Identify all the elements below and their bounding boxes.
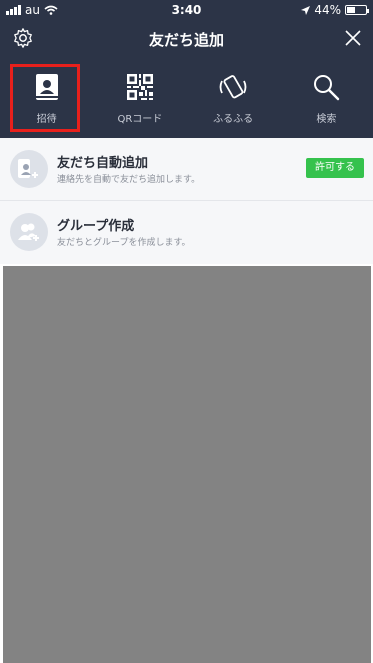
- list-item-title: 友だち自動追加: [57, 156, 149, 171]
- tab-search-label: 検索: [316, 114, 337, 125]
- close-icon[interactable]: [343, 28, 363, 48]
- page-title: 友だち追加: [148, 31, 224, 49]
- list-item-title: グループ作成: [57, 219, 135, 234]
- content-placeholder: [3, 266, 371, 663]
- tab-search[interactable]: 検索: [280, 58, 373, 138]
- tab-qr-code[interactable]: QRコード: [93, 58, 186, 138]
- list-item-create-group[interactable]: グループ作成 友だちとグループを作成します。: [0, 201, 373, 263]
- location-arrow-icon: [301, 5, 311, 15]
- list-item-subtitle: 友だちとグループを作成します。: [57, 238, 191, 248]
- nav-bar: 友だち追加: [0, 20, 373, 58]
- battery-icon: [345, 5, 369, 15]
- tab-qr-code-label: QRコード: [117, 114, 163, 125]
- allow-button[interactable]: 許可する: [306, 158, 364, 178]
- battery-percent: 44%: [314, 3, 341, 17]
- tab-shake[interactable]: ふるふる: [187, 58, 280, 138]
- action-list: 友だち自動追加 連絡先を自動で友だち追加します。 許可する グループ作成 友だち…: [0, 138, 373, 264]
- status-right: 44%: [301, 3, 369, 17]
- tab-shake-label: ふるふる: [213, 114, 254, 125]
- status-bar: au 3:40 44%: [0, 0, 373, 20]
- shake-phone-icon: [219, 75, 247, 99]
- group-add-icon: [10, 213, 48, 251]
- highlight-box: [10, 64, 80, 132]
- battery-fill: [347, 7, 355, 13]
- list-item-auto-add[interactable]: 友だち自動追加 連絡先を自動で友だち追加します。 許可する: [0, 138, 373, 200]
- qr-code-icon: [126, 74, 153, 100]
- search-icon: [314, 75, 340, 101]
- phone-add-friend-icon: [10, 150, 48, 188]
- list-item-subtitle: 連絡先を自動で友だち追加します。: [57, 175, 201, 185]
